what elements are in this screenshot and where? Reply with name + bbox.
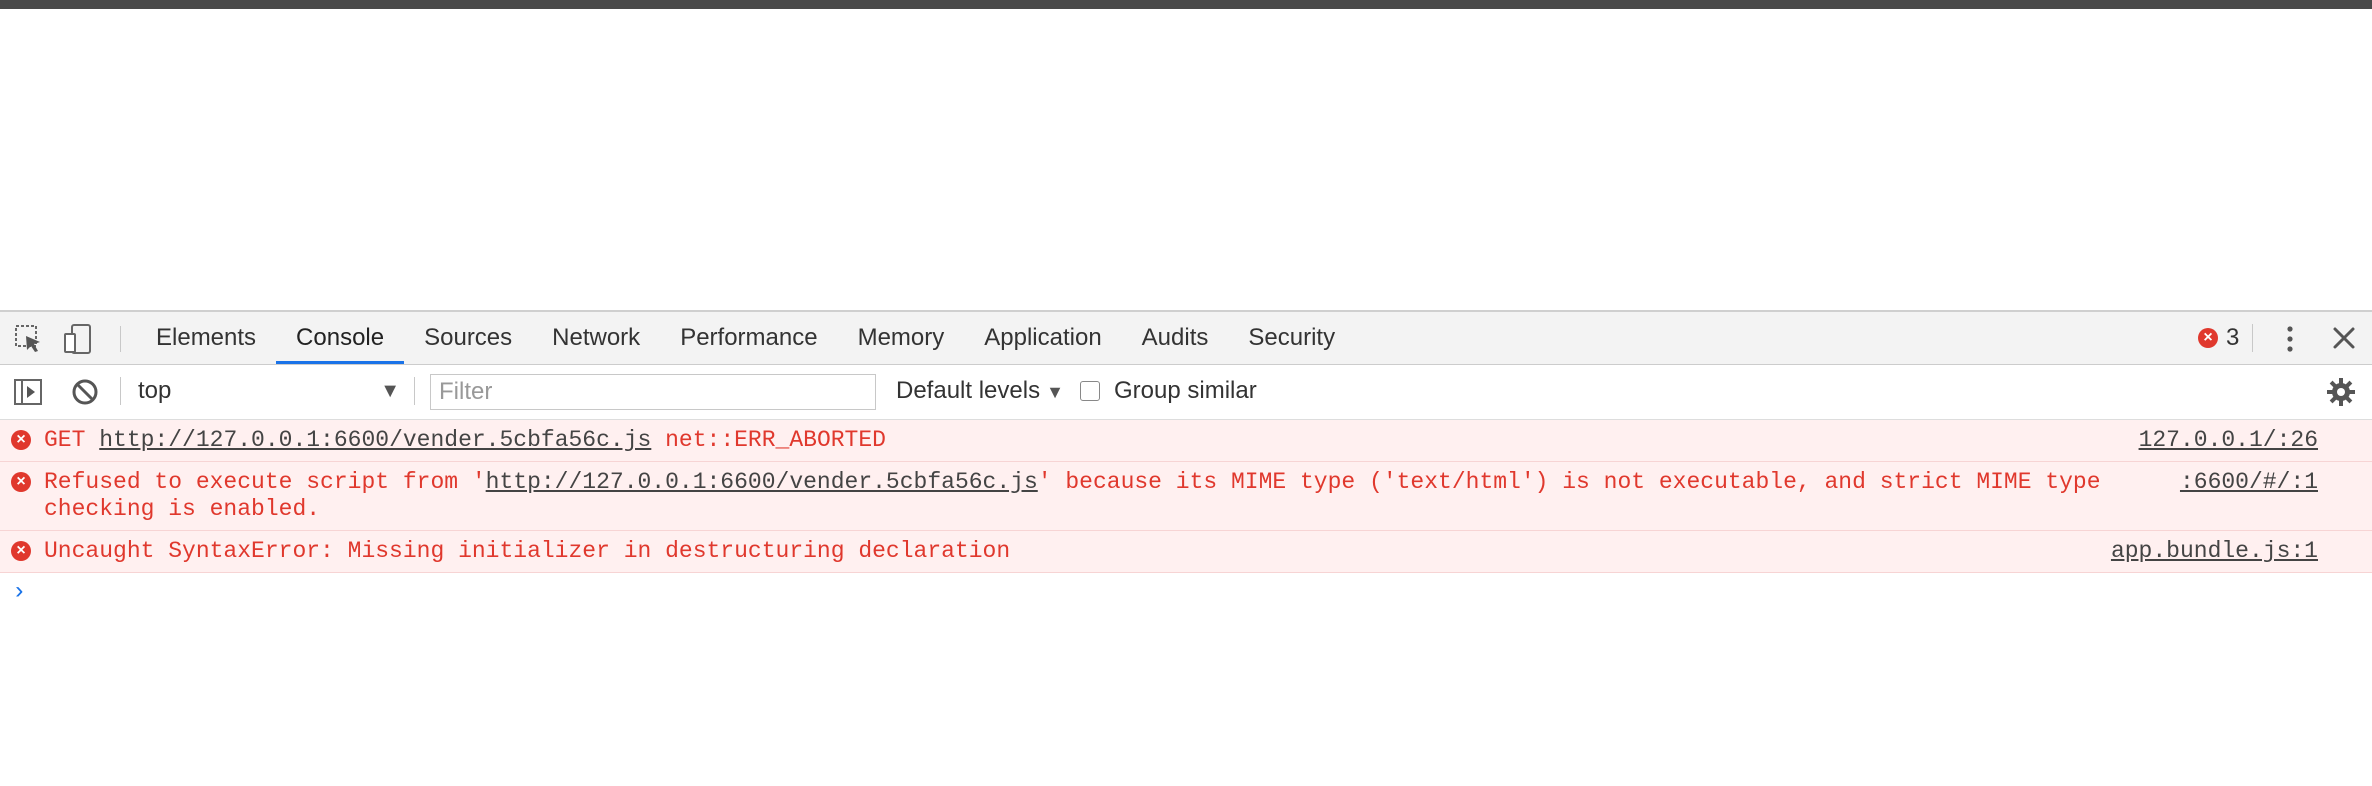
filter-input[interactable]	[430, 374, 876, 410]
message-text: Uncaught SyntaxError: Missing initialize…	[44, 538, 2124, 565]
tab-sources[interactable]: Sources	[404, 312, 532, 364]
execution-context-select[interactable]: top ▼	[138, 373, 400, 409]
device-toolbar-icon[interactable]	[62, 322, 96, 356]
group-similar-checkbox[interactable]	[1080, 381, 1100, 401]
tab-memory[interactable]: Memory	[838, 312, 965, 364]
tab-audits[interactable]: Audits	[1122, 312, 1229, 364]
close-devtools-icon[interactable]	[2330, 324, 2358, 352]
console-error-message: × GET http://127.0.0.1:6600/vender.5cbfa…	[0, 420, 2372, 462]
message-source-link[interactable]: app.bundle.js:1	[2111, 538, 2318, 565]
chevron-down-icon: ▼	[380, 380, 400, 402]
log-levels-label: Default levels	[896, 377, 1041, 404]
browser-top-bar	[0, 0, 2372, 9]
devtools-panel: Elements Console Sources Network Perform…	[0, 310, 2372, 786]
console-toolbar-separator	[120, 377, 121, 405]
gear-icon[interactable]	[2326, 377, 2356, 407]
message-prefix: GET	[44, 427, 100, 453]
console-error-message: × Uncaught SyntaxError: Missing initiali…	[0, 531, 2372, 573]
devtools-tabs: Elements Console Sources Network Perform…	[136, 312, 1355, 364]
group-similar-label: Group similar	[1114, 377, 1257, 404]
chevron-down-icon: ▼	[1046, 382, 1064, 402]
context-value: top	[138, 377, 172, 404]
message-source-link[interactable]: :6600/#/:1	[2180, 469, 2318, 496]
clear-console-icon[interactable]	[68, 375, 102, 409]
console-error-message: × Refused to execute script from 'http:/…	[0, 462, 2372, 531]
tab-security[interactable]: Security	[1228, 312, 1355, 364]
console-prompt[interactable]: ›	[0, 573, 2372, 613]
error-icon: ×	[11, 430, 31, 450]
message-text: GET http://127.0.0.1:6600/vender.5cbfa56…	[44, 427, 2124, 454]
show-sidebar-icon[interactable]	[12, 375, 46, 409]
console-messages: × GET http://127.0.0.1:6600/vender.5cbfa…	[0, 420, 2372, 613]
message-prefix: Uncaught SyntaxError: Missing initialize…	[44, 538, 1011, 564]
tab-performance[interactable]: Performance	[660, 312, 837, 364]
error-badge-icon: ×	[2198, 328, 2218, 348]
group-similar-toggle[interactable]: Group similar	[1080, 373, 1257, 409]
message-link[interactable]: http://127.0.0.1:6600/vender.5cbfa56c.js	[99, 427, 651, 453]
tab-bar-separator	[2252, 324, 2253, 352]
tab-bar-separator	[120, 326, 121, 352]
more-options-icon[interactable]	[2280, 324, 2300, 354]
log-levels-dropdown[interactable]: Default levels ▼	[896, 373, 1064, 409]
message-source-link[interactable]: 127.0.0.1/:26	[2139, 427, 2318, 454]
error-icon: ×	[11, 472, 31, 492]
prompt-chevron-icon: ›	[12, 579, 27, 606]
tab-console[interactable]: Console	[276, 312, 405, 364]
error-counter[interactable]: × 3	[2198, 322, 2239, 354]
message-prefix: Refused to execute script from '	[44, 469, 486, 495]
devtools-tab-bar: Elements Console Sources Network Perform…	[0, 312, 2372, 365]
tab-elements[interactable]: Elements	[136, 312, 276, 364]
console-toolbar: top ▼ Default levels▼ Group similar	[0, 365, 2372, 420]
inspect-element-icon[interactable]	[12, 322, 46, 356]
error-icon: ×	[11, 541, 31, 561]
error-count-value: 3	[2226, 324, 2240, 351]
message-text: Refused to execute script from 'http://1…	[44, 469, 2149, 523]
message-link[interactable]: http://127.0.0.1:6600/vender.5cbfa56c.js	[486, 469, 1038, 495]
tab-application[interactable]: Application	[964, 312, 1121, 364]
console-toolbar-separator	[414, 377, 415, 405]
message-suffix: net::ERR_ABORTED	[651, 427, 886, 453]
tab-network[interactable]: Network	[532, 312, 660, 364]
